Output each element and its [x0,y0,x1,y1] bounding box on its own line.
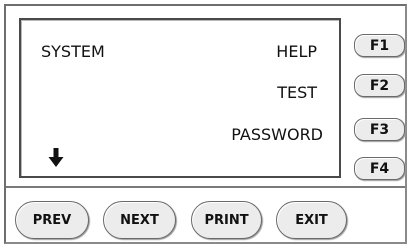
display-screen: SYSTEM HELP TEST PASSWORD [19,18,341,178]
menu-item-help[interactable]: HELP [276,42,317,61]
divider [6,186,405,188]
menu-item-test[interactable]: TEST [277,83,317,102]
menu-item-system[interactable]: SYSTEM [41,42,105,61]
f1-button[interactable]: F1 [354,34,405,57]
device-panel: SYSTEM HELP TEST PASSWORD F1 F2 F3 F4 PR… [4,4,407,244]
f4-button[interactable]: F4 [354,157,405,180]
menu-item-password[interactable]: PASSWORD [231,125,323,144]
arrow-down-icon [48,148,64,167]
print-button[interactable]: PRINT [191,201,262,239]
next-button[interactable]: NEXT [103,201,176,239]
f3-button[interactable]: F3 [354,118,405,141]
prev-button[interactable]: PREV [15,201,89,239]
exit-button[interactable]: EXIT [276,201,347,239]
f2-button[interactable]: F2 [354,74,405,97]
